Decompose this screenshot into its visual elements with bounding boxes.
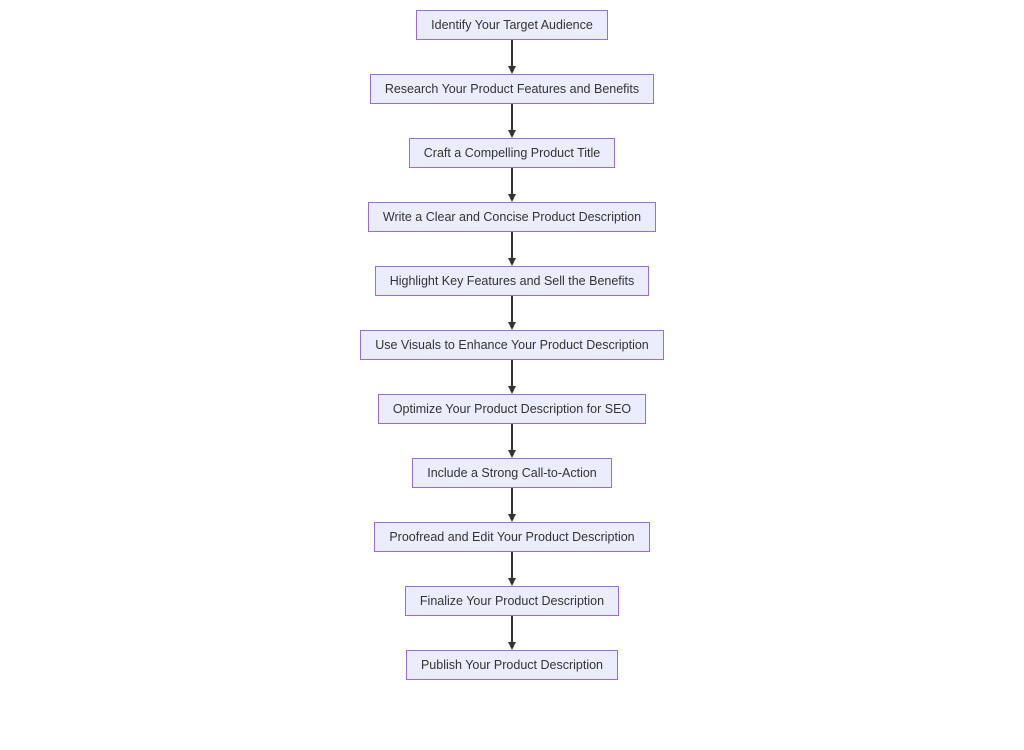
arrow-line xyxy=(511,360,513,386)
arrow-down-icon xyxy=(508,360,516,394)
arrow-head xyxy=(508,258,516,266)
arrow-head xyxy=(508,386,516,394)
node-label: Identify Your Target Audience xyxy=(431,18,593,32)
node-label: Proofread and Edit Your Product Descript… xyxy=(389,530,634,544)
arrow-line xyxy=(511,424,513,450)
flow-node-call-to-action: Include a Strong Call-to-Action xyxy=(412,458,612,488)
node-label: Include a Strong Call-to-Action xyxy=(427,466,597,480)
flow-node-proofread: Proofread and Edit Your Product Descript… xyxy=(374,522,649,552)
arrow-head xyxy=(508,450,516,458)
arrow-down-icon xyxy=(508,552,516,586)
flow-node-identify-audience: Identify Your Target Audience xyxy=(416,10,608,40)
arrow-down-icon xyxy=(508,168,516,202)
arrow-head xyxy=(508,514,516,522)
arrow-line xyxy=(511,232,513,258)
node-label: Craft a Compelling Product Title xyxy=(424,146,600,160)
flow-node-highlight-benefits: Highlight Key Features and Sell the Bene… xyxy=(375,266,650,296)
flow-node-optimize-seo: Optimize Your Product Description for SE… xyxy=(378,394,646,424)
node-label: Use Visuals to Enhance Your Product Desc… xyxy=(375,338,649,352)
node-label: Publish Your Product Description xyxy=(421,658,603,672)
arrow-line xyxy=(511,168,513,194)
arrow-down-icon xyxy=(508,232,516,266)
arrow-line xyxy=(511,40,513,66)
arrow-line xyxy=(511,296,513,322)
node-label: Write a Clear and Concise Product Descri… xyxy=(383,210,641,224)
arrow-head xyxy=(508,130,516,138)
flow-node-write-description: Write a Clear and Concise Product Descri… xyxy=(368,202,656,232)
flow-node-use-visuals: Use Visuals to Enhance Your Product Desc… xyxy=(360,330,664,360)
flow-node-craft-title: Craft a Compelling Product Title xyxy=(409,138,615,168)
flow-node-finalize: Finalize Your Product Description xyxy=(405,586,619,616)
arrow-head xyxy=(508,578,516,586)
arrow-down-icon xyxy=(508,296,516,330)
arrow-head xyxy=(508,322,516,330)
node-label: Research Your Product Features and Benef… xyxy=(385,82,639,96)
arrow-line xyxy=(511,104,513,130)
arrow-down-icon xyxy=(508,488,516,522)
arrow-head xyxy=(508,194,516,202)
arrow-down-icon xyxy=(508,40,516,74)
arrow-head xyxy=(508,642,516,650)
flowchart-container: Identify Your Target Audience Research Y… xyxy=(360,10,664,680)
arrow-down-icon xyxy=(508,104,516,138)
arrow-head xyxy=(508,66,516,74)
arrow-down-icon xyxy=(508,616,516,650)
node-label: Optimize Your Product Description for SE… xyxy=(393,402,631,416)
arrow-down-icon xyxy=(508,424,516,458)
node-label: Finalize Your Product Description xyxy=(420,594,604,608)
flow-node-research-features: Research Your Product Features and Benef… xyxy=(370,74,654,104)
flow-node-publish: Publish Your Product Description xyxy=(406,650,618,680)
arrow-line xyxy=(511,616,513,642)
arrow-line xyxy=(511,488,513,514)
node-label: Highlight Key Features and Sell the Bene… xyxy=(390,274,635,288)
arrow-line xyxy=(511,552,513,578)
